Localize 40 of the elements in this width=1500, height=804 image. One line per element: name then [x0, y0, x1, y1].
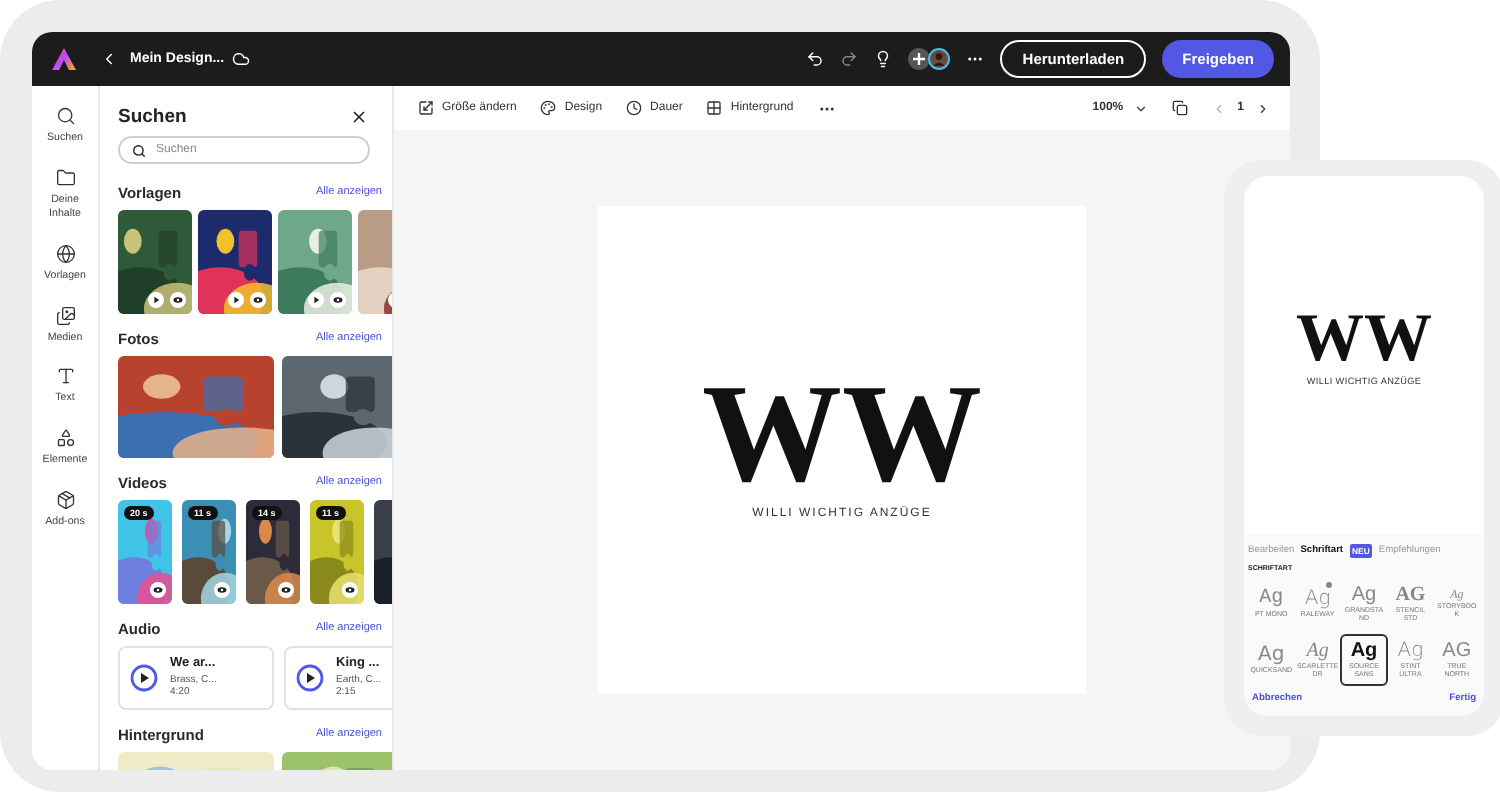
images-icon — [55, 305, 75, 326]
dot-icon — [1326, 582, 1333, 588]
undo-icon[interactable] — [806, 50, 825, 68]
text-icon — [55, 366, 75, 387]
next-page-icon[interactable] — [1256, 101, 1270, 115]
play-icon[interactable] — [296, 664, 324, 692]
cloud-icon[interactable] — [232, 50, 251, 68]
resize-icon — [418, 100, 434, 116]
search-icon — [55, 106, 75, 126]
close-icon[interactable] — [350, 108, 368, 126]
redo-icon[interactable] — [840, 50, 859, 68]
eye-icon[interactable] — [150, 582, 166, 598]
eye-icon[interactable] — [342, 582, 358, 598]
avatar[interactable] — [928, 48, 951, 70]
eye-icon[interactable] — [250, 292, 266, 308]
shapes-icon — [55, 428, 75, 449]
plus-icon[interactable] — [908, 48, 931, 70]
box-icon — [55, 489, 75, 510]
app-logo[interactable] — [52, 48, 76, 70]
play-icon[interactable] — [148, 292, 164, 308]
play-icon[interactable] — [308, 292, 324, 308]
logo-text: WW — [702, 380, 982, 492]
eye-icon[interactable] — [214, 582, 230, 598]
folder-icon — [55, 167, 75, 188]
play-icon[interactable] — [130, 664, 158, 692]
panel-title: Suchen — [118, 106, 187, 128]
clock-icon — [626, 100, 643, 116]
pages-icon[interactable] — [1171, 100, 1188, 116]
chevron-down-icon — [1133, 101, 1148, 115]
eye-icon[interactable] — [278, 582, 294, 598]
search-icon — [132, 143, 146, 157]
logo-text: WW — [1296, 312, 1432, 368]
play-icon[interactable] — [228, 292, 244, 308]
back-icon[interactable] — [100, 50, 118, 68]
lightbulb-icon[interactable] — [874, 50, 893, 68]
palette-icon — [540, 100, 557, 116]
eye-icon[interactable] — [170, 292, 186, 308]
grid-icon — [706, 100, 723, 116]
globe-icon — [55, 244, 75, 265]
eye-icon[interactable] — [330, 292, 346, 308]
